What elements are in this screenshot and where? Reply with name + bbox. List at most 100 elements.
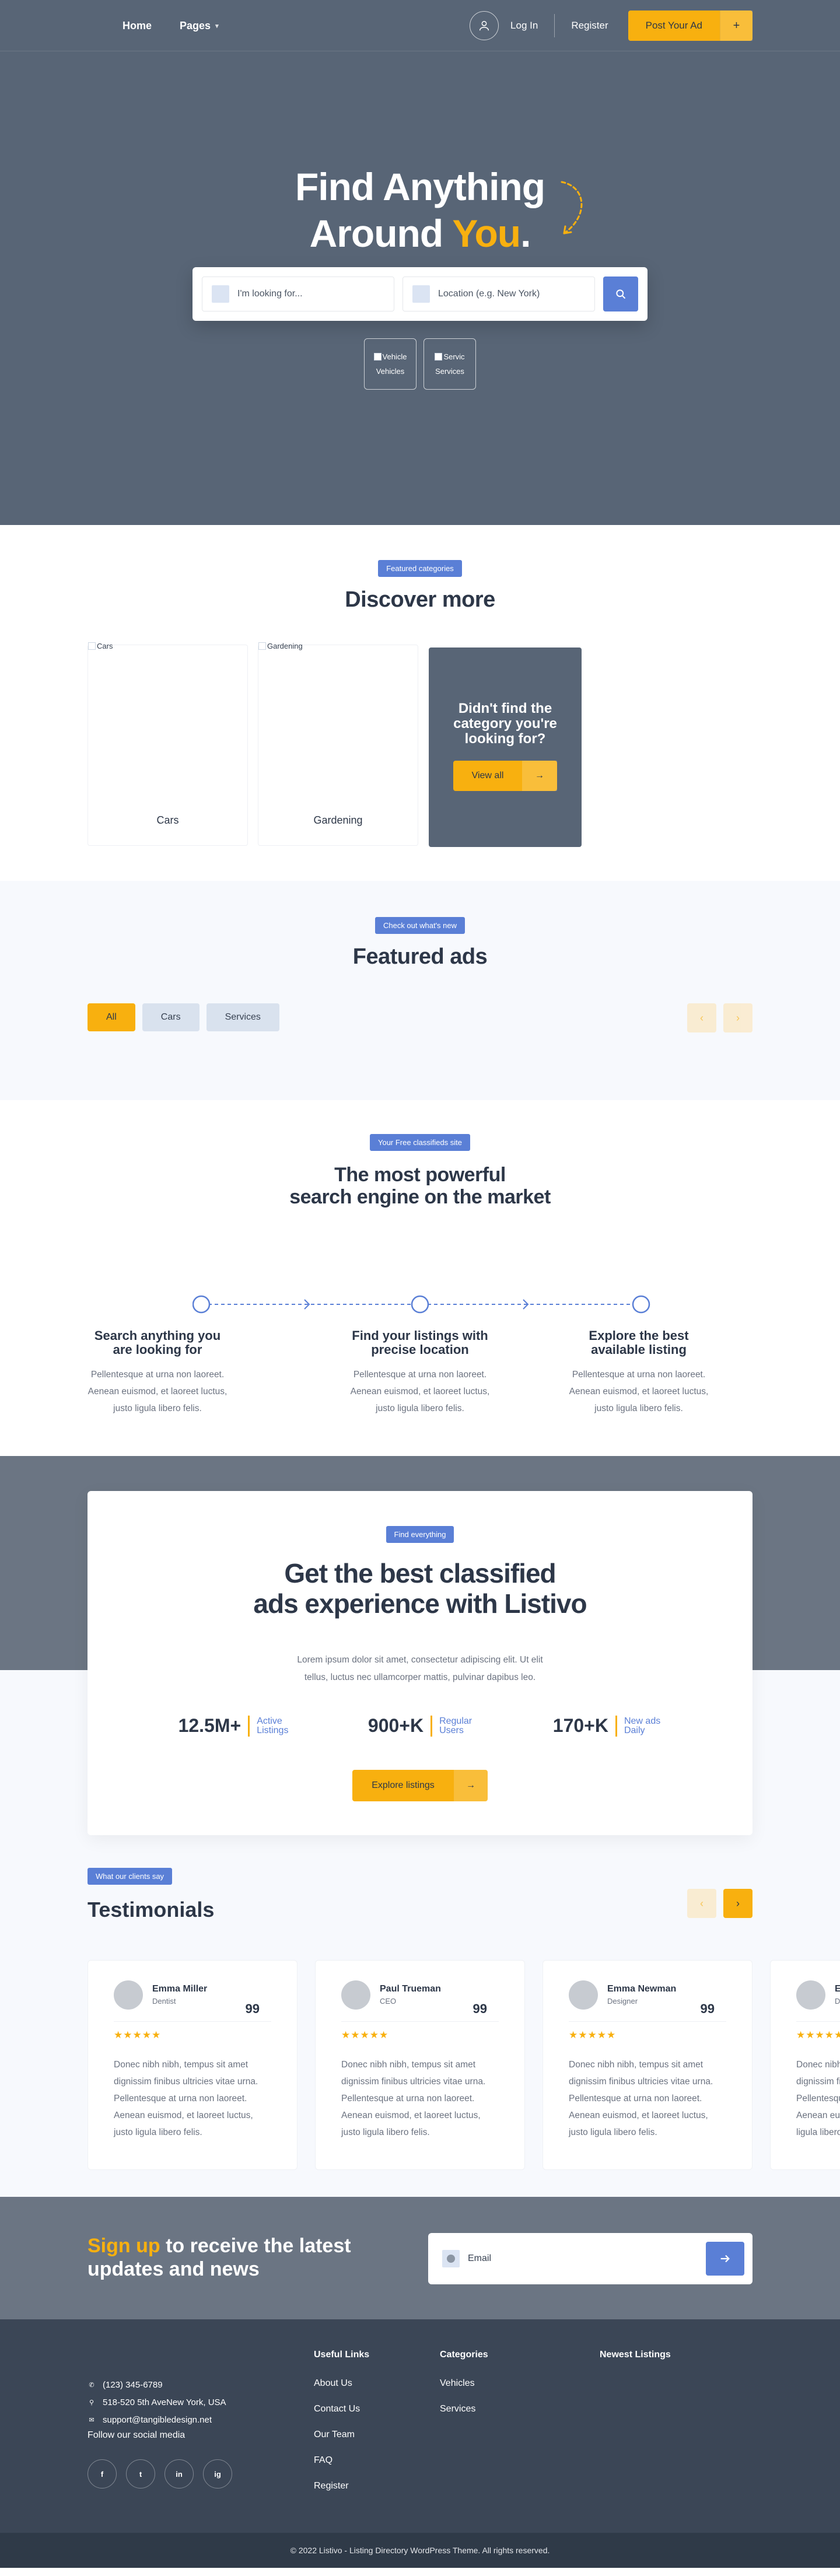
category-card-label: Gardening <box>313 814 363 826</box>
nav-pages-dropdown[interactable]: Pages ▾ <box>180 20 219 32</box>
star-rating: ★★★★★ <box>114 2029 162 2041</box>
footer-link-services[interactable]: Services <box>440 2403 488 2415</box>
avatar <box>114 1980 143 2010</box>
post-ad-label: Post Your Ad <box>645 20 702 31</box>
user-icon[interactable] <box>470 11 499 40</box>
footer: ✆ (123) 345-6789 ⚲ 518-520 5th AveNew York… <box>0 2319 840 2568</box>
footer-link-register[interactable]: Register <box>314 2480 369 2492</box>
hero-category-services[interactable]: Servic Services <box>424 338 476 390</box>
stat-label: Active Listings <box>257 1716 289 1735</box>
service-image-icon: Servic <box>435 352 465 361</box>
footer-contact: ✆ (123) 345-6789 ⚲ 518-520 5th AveNew York… <box>88 2376 226 2429</box>
view-all-button[interactable]: View all → <box>453 761 557 791</box>
testimonial-name: Emma Newman <box>607 1984 677 1994</box>
newsletter-section: Sign up to receive the latest updates an… <box>0 2197 840 2319</box>
copyright-text: © 2022 Listivo - Listing Directory WordP… <box>290 2546 550 2555</box>
filter-all-button[interactable]: All <box>88 1003 135 1031</box>
keyword-search-input[interactable]: I'm looking for... <box>202 276 394 312</box>
post-ad-button[interactable]: Post Your Ad + <box>628 10 752 41</box>
footer-link-about[interactable]: About Us <box>314 2378 369 2389</box>
star-rating: ★★★★★ <box>796 2029 840 2041</box>
footer-useful-links: Useful Links About Us Contact Us Our Tea… <box>314 2350 369 2506</box>
login-link[interactable]: Log In <box>510 20 538 32</box>
footer-categories-title: Categories <box>440 2350 488 2360</box>
testimonial-card: Emma Newman Designer 99 ★★★★★ Donec nibh… <box>542 1960 752 2170</box>
chevron-right-icon[interactable]: › <box>723 1003 752 1032</box>
explore-listings-button[interactable]: Explore listings → <box>352 1770 488 1801</box>
footer-link-faq[interactable]: FAQ <box>314 2455 369 2466</box>
how-it-works-title-line1: The most powerful <box>334 1164 506 1186</box>
chevron-left-icon[interactable]: ‹ <box>687 1003 716 1032</box>
facebook-icon[interactable]: f <box>88 2459 117 2488</box>
step-title: Explore the best available listing <box>589 1328 689 1357</box>
chevron-right-icon[interactable]: › <box>723 1889 752 1918</box>
stat-divider <box>615 1715 617 1737</box>
step-3-marker <box>632 1295 650 1314</box>
hero-category-label: Vehicles <box>376 367 405 376</box>
stats-testimonials-section: Find everything Get the best classified … <box>0 1456 840 2197</box>
footer-phone[interactable]: (123) 345-6789 <box>103 2376 163 2394</box>
location-placeholder: Location (e.g. New York) <box>438 289 540 299</box>
hero-section: Home Pages ▾ Log In Register Post Your A… <box>0 0 840 525</box>
chevron-down-icon: ▾ <box>215 22 219 30</box>
gardening-image-icon: Gardening <box>258 642 303 650</box>
testimonial-role: Designer <box>607 1997 638 2006</box>
register-link[interactable]: Register <box>571 20 608 32</box>
hero-categories: Vehicle Vehicles Servic Services <box>364 338 476 390</box>
footer-categories: Categories Vehicles Services <box>440 2350 488 2429</box>
testimonial-name: Paul Trueman <box>380 1984 441 1994</box>
category-card-gardening[interactable]: Gardening Gardening <box>258 642 418 846</box>
how-it-works-title: The most powerful search engine on the m… <box>0 1164 840 1208</box>
divider <box>114 2021 271 2022</box>
chevron-left-icon[interactable]: ‹ <box>687 1889 716 1918</box>
email-field[interactable]: Email <box>468 2253 698 2264</box>
filter-cars-button[interactable]: Cars <box>142 1003 200 1031</box>
subscribe-button[interactable] <box>706 2242 744 2276</box>
hero-title-line1: Find Anything <box>295 165 545 208</box>
search-button[interactable] <box>603 276 638 312</box>
stats-row: 12.5M+ Active Listings 900+K Regular Users… <box>88 1715 752 1737</box>
location-search-input[interactable]: Location (e.g. New York) <box>402 276 595 312</box>
linkedin-icon[interactable]: in <box>164 2459 194 2488</box>
featured-filters: All Cars Services <box>88 1003 279 1031</box>
stat-divider <box>430 1715 433 1737</box>
divider <box>341 2021 499 2022</box>
filter-services-button[interactable]: Services <box>206 1003 279 1031</box>
footer-social: f t in ig <box>88 2459 232 2488</box>
top-navigation: Home Pages ▾ Log In Register Post Your A… <box>0 0 840 51</box>
footer-link-contact[interactable]: Contact Us <box>314 2403 369 2415</box>
nav-pages-label: Pages <box>180 19 211 32</box>
twitter-icon[interactable]: t <box>126 2459 155 2488</box>
category-cta-title: Didn't find the category you're looking … <box>453 701 557 747</box>
footer-email[interactable]: support@tangibledesign.net <box>103 2412 212 2429</box>
quote-icon: 99 <box>700 2001 715 2016</box>
stats-card: Find everything Get the best classified … <box>88 1491 752 1835</box>
curved-arrow-icon <box>561 181 583 235</box>
step-title: Search anything you are looking for <box>94 1328 221 1357</box>
copyright-bar: © 2022 Listivo - Listing Directory WordP… <box>0 2533 840 2568</box>
stat-label: Regular Users <box>439 1716 473 1735</box>
instagram-icon[interactable]: ig <box>203 2459 232 2488</box>
stat-number: 900+K <box>368 1715 424 1736</box>
footer-link-team[interactable]: Our Team <box>314 2429 369 2441</box>
testimonial-role: Dentist <box>152 1997 176 2006</box>
quote-icon: 99 <box>473 2001 487 2016</box>
hero-category-vehicles[interactable]: Vehicle Vehicles <box>364 338 416 390</box>
category-card-label: Cars <box>156 814 179 826</box>
newsletter-title-rest: to receive the latest <box>160 2235 351 2257</box>
avatar <box>341 1980 370 2010</box>
phone-icon: ✆ <box>89 2382 94 2389</box>
stat-number: 170+K <box>552 1715 608 1736</box>
stat-new-ads: 170+K New ads Daily <box>513 1715 700 1737</box>
explore-listings-label: Explore listings <box>372 1780 435 1790</box>
footer-link-vehicles[interactable]: Vehicles <box>440 2378 488 2389</box>
discover-section: Featured categories Discover more Cars C… <box>0 525 840 881</box>
step-text: Pellentesque at urna non laoreet. Aenean… <box>88 1370 228 1413</box>
hero-title: Find Anything Around You. <box>0 163 840 257</box>
testimonial-text: Donec nibh nibh, tempus sit amet digniss… <box>341 2060 486 2137</box>
hero-title-dot: . <box>520 212 531 255</box>
nav-home-link[interactable]: Home <box>123 20 152 32</box>
category-card-cars[interactable]: Cars Cars <box>88 642 248 846</box>
footer-follow-label: Follow our social media <box>88 2430 186 2440</box>
testimonials-badge: What our clients say <box>88 1868 173 1885</box>
